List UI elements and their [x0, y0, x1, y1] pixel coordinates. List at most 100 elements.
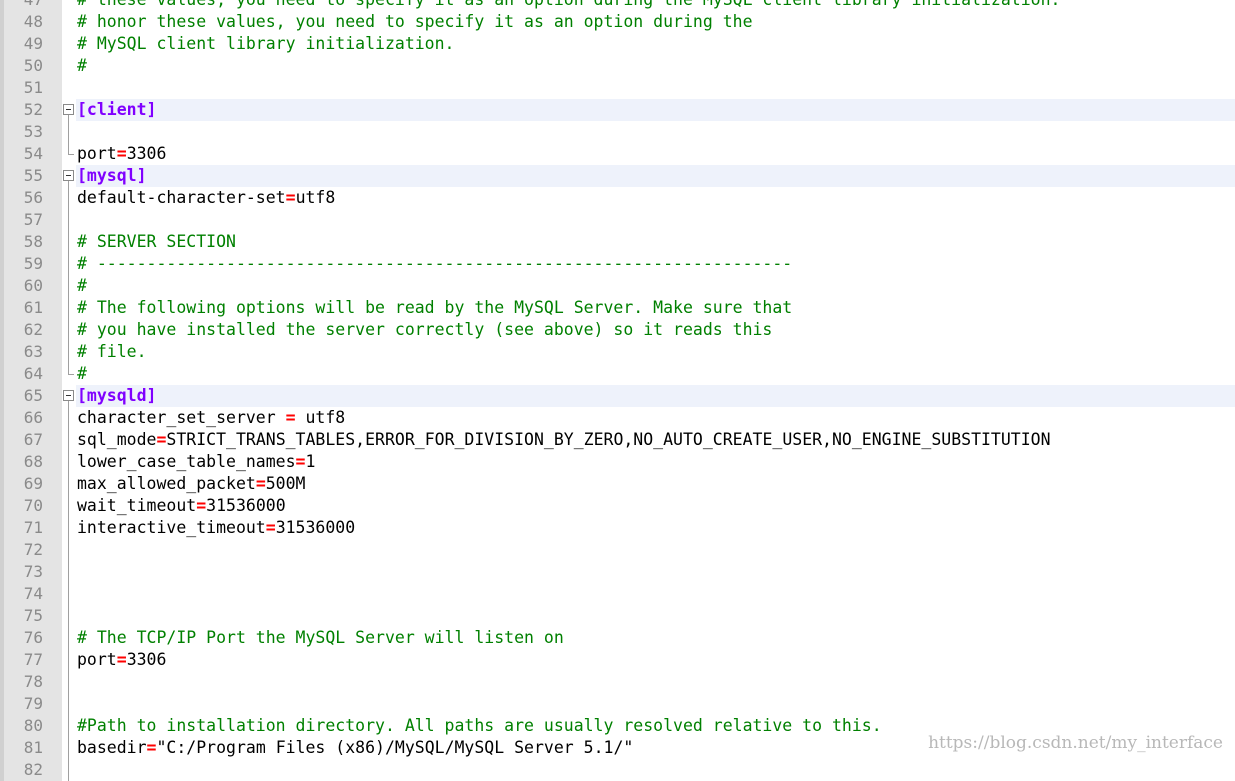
code-text[interactable]	[76, 693, 1235, 715]
code-line: 74	[0, 583, 1235, 605]
comment-text[interactable]: #	[76, 55, 1235, 77]
code-line: 56 default-character-set=utf8	[0, 187, 1235, 209]
code-line: 75	[0, 605, 1235, 627]
code-line: 63 # file.	[0, 341, 1235, 363]
fold-margin	[62, 99, 76, 121]
fold-margin	[62, 429, 76, 451]
equals-sign: =	[255, 474, 266, 493]
setting-line[interactable]: sql_mode=STRICT_TRANS_TABLES,ERROR_FOR_D…	[76, 429, 1235, 451]
fold-margin	[62, 737, 76, 759]
fold-margin	[62, 671, 76, 693]
line-number: 64	[0, 363, 62, 385]
comment-text[interactable]: # file.	[76, 341, 1235, 363]
watermark: https://blog.csdn.net/my_interface	[928, 733, 1223, 753]
section-header[interactable]: [mysqld]	[76, 385, 1235, 407]
setting-value: utf8	[295, 408, 346, 427]
comment-text[interactable]: # --------------------------------------…	[76, 253, 1235, 275]
comment-text[interactable]: # The following options will be read by …	[76, 297, 1235, 319]
code-line: 73	[0, 561, 1235, 583]
fold-margin	[62, 0, 76, 11]
code-line: 66 character_set_server = utf8	[0, 407, 1235, 429]
line-number: 76	[0, 627, 62, 649]
comment-text[interactable]: #	[76, 275, 1235, 297]
code-line: 72	[0, 539, 1235, 561]
code-editor[interactable]: 47 # these values, you need to specify it…	[0, 0, 1235, 781]
code-line: 79	[0, 693, 1235, 715]
code-text[interactable]	[76, 209, 1235, 231]
equals-sign: =	[116, 144, 127, 163]
fold-margin	[62, 451, 76, 473]
fold-margin	[62, 143, 76, 165]
fold-margin	[62, 231, 76, 253]
code-text[interactable]	[76, 671, 1235, 693]
setting-line[interactable]: port=3306	[76, 649, 1235, 671]
code-line: 76 # The TCP/IP Port the MySQL Server wil…	[0, 627, 1235, 649]
line-number: 56	[0, 187, 62, 209]
comment-text[interactable]: #	[76, 363, 1235, 385]
setting-value: 31536000	[206, 496, 286, 515]
code-text[interactable]	[76, 77, 1235, 99]
code-line: 48 # honor these values, you need to spec…	[0, 11, 1235, 33]
fold-toggle-icon[interactable]	[63, 104, 74, 115]
comment-text[interactable]: # honor these values, you need to specif…	[76, 11, 1235, 33]
fold-margin	[62, 121, 76, 143]
code-text[interactable]	[76, 759, 1235, 781]
equals-sign: =	[196, 496, 207, 515]
setting-value: 3306	[126, 144, 167, 163]
code-line: 57	[0, 209, 1235, 231]
fold-margin	[62, 297, 76, 319]
fold-margin	[62, 649, 76, 671]
code-text[interactable]	[76, 121, 1235, 143]
equals-sign: =	[116, 650, 127, 669]
line-number: 77	[0, 649, 62, 671]
comment-text[interactable]: # you have installed the server correctl…	[76, 319, 1235, 341]
code-line: 47 # these values, you need to specify it…	[0, 0, 1235, 11]
line-number: 78	[0, 671, 62, 693]
code-line: 61 # The following options will be read b…	[0, 297, 1235, 319]
code-text[interactable]	[76, 561, 1235, 583]
equals-sign: =	[146, 738, 157, 757]
code-line: 64 #	[0, 363, 1235, 385]
fold-toggle-icon[interactable]	[63, 390, 74, 401]
setting-key: lower_case_table_names	[77, 452, 296, 471]
setting-line[interactable]: lower_case_table_names=1	[76, 451, 1235, 473]
section-header[interactable]: [mysql]	[76, 165, 1235, 187]
comment-text[interactable]: # The TCP/IP Port the MySQL Server will …	[76, 627, 1235, 649]
setting-value: 500M	[265, 474, 306, 493]
fold-margin	[62, 627, 76, 649]
fold-margin	[62, 385, 76, 407]
line-number: 50	[0, 55, 62, 77]
line-number: 59	[0, 253, 62, 275]
fold-margin	[62, 77, 76, 99]
setting-line[interactable]: default-character-set=utf8	[76, 187, 1235, 209]
setting-key: character_set_server	[77, 408, 286, 427]
setting-line[interactable]: wait_timeout=31536000	[76, 495, 1235, 517]
code-text[interactable]	[76, 583, 1235, 605]
line-number: 65	[0, 385, 62, 407]
setting-line[interactable]: port=3306	[76, 143, 1235, 165]
fold-margin	[62, 407, 76, 429]
code-line: 53	[0, 121, 1235, 143]
fold-margin	[62, 473, 76, 495]
comment-text[interactable]: # MySQL client library initialization.	[76, 33, 1235, 55]
setting-key: sql_mode	[77, 430, 157, 449]
fold-margin	[62, 495, 76, 517]
setting-line[interactable]: max_allowed_packet=500M	[76, 473, 1235, 495]
fold-margin	[62, 517, 76, 539]
fold-margin	[62, 693, 76, 715]
code-line: 52 [client]	[0, 99, 1235, 121]
setting-line[interactable]: interactive_timeout=31536000	[76, 517, 1235, 539]
line-number: 55	[0, 165, 62, 187]
line-number: 72	[0, 539, 62, 561]
section-header[interactable]: [client]	[76, 99, 1235, 121]
comment-text[interactable]: # these values, you need to specify it a…	[76, 0, 1235, 11]
line-number: 74	[0, 583, 62, 605]
code-text[interactable]	[76, 539, 1235, 561]
line-number: 81	[0, 737, 62, 759]
fold-toggle-icon[interactable]	[63, 170, 74, 181]
line-number: 61	[0, 297, 62, 319]
code-text[interactable]	[76, 605, 1235, 627]
setting-line[interactable]: character_set_server = utf8	[76, 407, 1235, 429]
setting-value: utf8	[295, 188, 336, 207]
comment-text[interactable]: # SERVER SECTION	[76, 231, 1235, 253]
